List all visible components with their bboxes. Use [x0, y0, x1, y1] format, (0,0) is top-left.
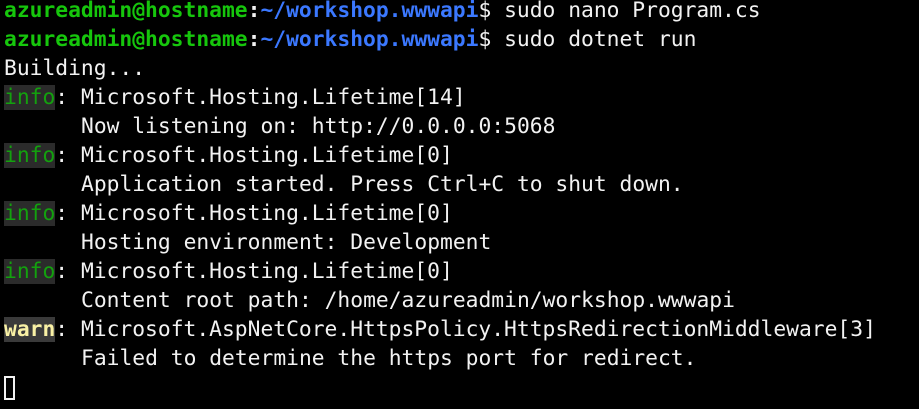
log-message-line: Now listening on: http://0.0.0.0:5068: [4, 112, 919, 141]
prompt-path: ~/workshop.wwwapi: [260, 27, 479, 52]
log-message: Content root path: /home/azureadmin/work…: [81, 288, 735, 313]
prompt-line-2: azureadmin@hostname:~/workshop.wwwapi$ s…: [4, 25, 919, 54]
log-message-line: Application started. Press Ctrl+C to shu…: [4, 170, 919, 199]
prompt-path: ~/workshop.wwwapi: [260, 0, 479, 23]
log-source: : Microsoft.Hosting.Lifetime[0]: [55, 143, 453, 168]
prompt-symbol: $: [478, 27, 492, 52]
prompt-separator: :: [247, 0, 261, 23]
log-level-badge: info: [4, 259, 56, 284]
log-source-line: info: Microsoft.Hosting.Lifetime[0]: [4, 199, 919, 228]
log-source: : Microsoft.AspNetCore.HttpsPolicy.Https…: [55, 317, 876, 342]
prompt-command: sudo dotnet run: [491, 27, 697, 52]
log-message: Failed to determine the https port for r…: [81, 346, 697, 371]
log-level-badge: info: [4, 85, 56, 110]
log-source-line: info: Microsoft.Hosting.Lifetime[0]: [4, 141, 919, 170]
log-source-line: warn: Microsoft.AspNetCore.HttpsPolicy.H…: [4, 315, 919, 344]
log-level-badge: warn: [4, 317, 56, 342]
log-message-line: Hosting environment: Development: [4, 228, 919, 257]
prompt-line-1: azureadmin@hostname:~/workshop.wwwapi$ s…: [4, 0, 919, 25]
log-level-badge: info: [4, 201, 56, 226]
log-message: Application started. Press Ctrl+C to shu…: [81, 172, 684, 197]
prompt-user-host: azureadmin@hostname: [4, 0, 248, 23]
log-source: : Microsoft.Hosting.Lifetime[0]: [55, 259, 453, 284]
input-line[interactable]: [4, 373, 919, 402]
log-source-line: info: Microsoft.Hosting.Lifetime[14]: [4, 83, 919, 112]
terminal-window[interactable]: azureadmin@hostname:~/workshop.wwwapi$ s…: [0, 0, 919, 405]
log-level-badge: info: [4, 143, 56, 168]
log-source: : Microsoft.Hosting.Lifetime[14]: [55, 85, 466, 110]
prompt-symbol: $: [478, 0, 492, 23]
prompt-separator: :: [247, 27, 261, 52]
log-source: : Microsoft.Hosting.Lifetime[0]: [55, 201, 453, 226]
prompt-user-host: azureadmin@hostname: [4, 27, 248, 52]
building-line: Building...: [4, 56, 146, 81]
log-message: Hosting environment: Development: [81, 230, 492, 255]
log-message-line: Content root path: /home/azureadmin/work…: [4, 286, 919, 315]
log-message: Now listening on: http://0.0.0.0:5068: [81, 114, 556, 139]
prompt-command: sudo nano Program.cs: [491, 0, 761, 23]
text-cursor[interactable]: [4, 376, 15, 400]
log-source-line: info: Microsoft.Hosting.Lifetime[0]: [4, 257, 919, 286]
log-message-line: Failed to determine the https port for r…: [4, 344, 919, 373]
